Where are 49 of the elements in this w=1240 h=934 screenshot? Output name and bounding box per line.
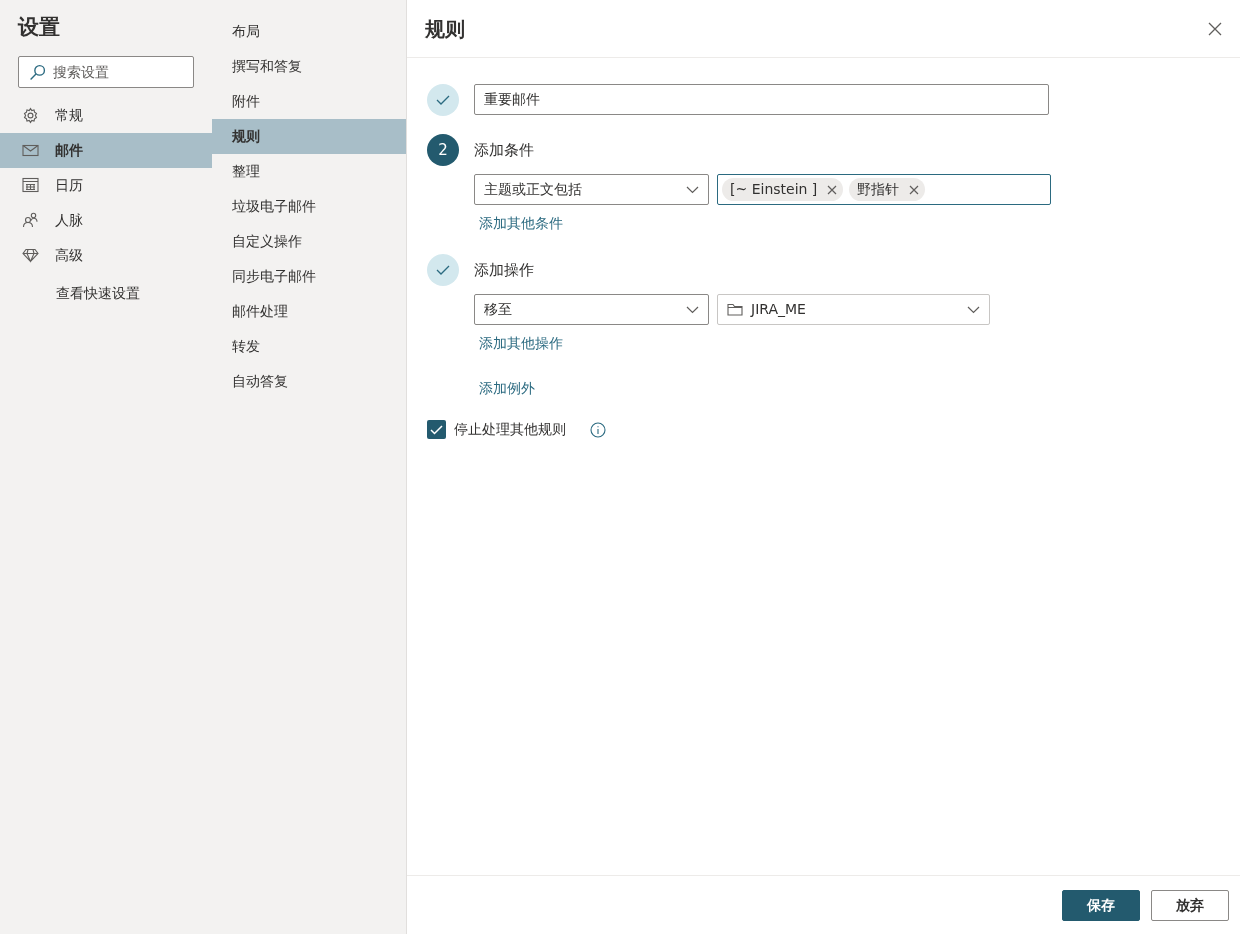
checkbox[interactable] <box>427 420 446 439</box>
folder-dropdown[interactable]: JIRA_ME <box>717 294 990 325</box>
category-item[interactable]: 邮件 <box>0 132 212 168</box>
quick-settings-link[interactable]: 查看快速设置 <box>0 272 140 304</box>
envelope-icon <box>22 143 39 157</box>
subnav-item[interactable]: 整理 <box>212 154 406 189</box>
add-link[interactable]: 添加例外 <box>474 370 540 401</box>
chevron-down-icon <box>686 185 699 194</box>
keyword-tag: 野指针 <box>849 178 926 201</box>
keyword-field[interactable]: [~ Einstein ] 野指针 <box>717 174 1051 205</box>
panel-title: 规则 <box>425 16 465 41</box>
subnav-item[interactable]: 附件 <box>212 84 406 119</box>
action-dropdown[interactable]: 移至 <box>474 294 709 325</box>
remove-tag-icon[interactable] <box>909 184 920 195</box>
category-item[interactable]: 人脉 <box>0 202 212 238</box>
gear-icon <box>22 106 39 124</box>
remove-tag-icon[interactable] <box>827 184 838 195</box>
add-link[interactable]: 添加其他操作 <box>474 325 568 356</box>
rule-name-field[interactable]: 重要邮件 <box>474 84 1049 115</box>
calendar-icon <box>22 177 39 193</box>
subnav-item[interactable]: 布局 <box>212 14 406 49</box>
subnav-item[interactable]: 邮件处理 <box>212 294 406 329</box>
settings-title: 设置 <box>16 14 61 41</box>
step-heading: 添加操作 <box>474 259 535 281</box>
folder-icon <box>727 303 743 316</box>
subnav-item[interactable]: 转发 <box>212 329 406 364</box>
chevron-down-icon <box>686 305 699 314</box>
subnav-item[interactable]: 自动答复 <box>212 364 406 399</box>
step-number: 2 <box>427 134 459 166</box>
diamond-icon <box>22 247 39 263</box>
subnav-item[interactable]: 自定义操作 <box>212 224 406 259</box>
people-icon <box>22 212 39 228</box>
add-link[interactable]: 添加其他条件 <box>474 205 568 236</box>
category-item[interactable]: 高级 <box>0 237 212 273</box>
checkbox-label: 停止处理其他规则 <box>454 420 566 439</box>
save-button[interactable]: 保存 <box>1062 889 1140 921</box>
subnav-item[interactable]: 同步电子邮件 <box>212 259 406 294</box>
discard-button[interactable]: 放弃 <box>1151 889 1229 921</box>
keyword-tag: [~ Einstein ] <box>722 178 844 201</box>
search-field[interactable]: 搜索设置 <box>18 55 194 88</box>
step-heading: 添加条件 <box>474 139 535 161</box>
subnav-item[interactable]: 撰写和答复 <box>212 49 406 84</box>
info-icon[interactable] <box>590 421 606 438</box>
category-item[interactable]: 常规 <box>0 97 212 133</box>
chevron-down-icon <box>967 305 980 314</box>
condition-dropdown[interactable]: 主题或正文包括 <box>474 174 709 205</box>
subnav-item[interactable]: 垃圾电子邮件 <box>212 189 406 224</box>
subnav-item[interactable]: 规则 <box>212 119 406 154</box>
category-item[interactable]: 日历 <box>0 167 212 203</box>
